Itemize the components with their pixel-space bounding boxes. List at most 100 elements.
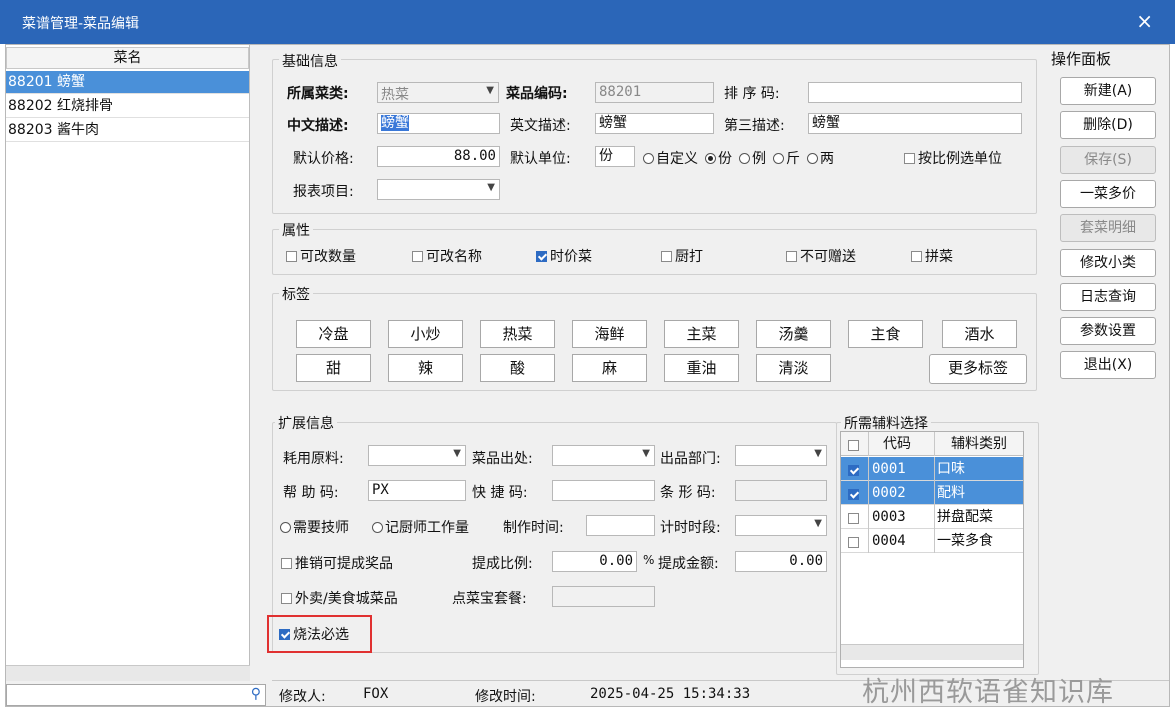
aux-code: 0001 — [872, 461, 906, 477]
checkbox-icon — [848, 512, 859, 524]
op-button-4[interactable]: 套菜明细 — [1060, 214, 1156, 243]
aux-grid-header: 代码 辅料类别 — [841, 432, 1023, 456]
combo-label: 点菜宝套餐: — [452, 591, 527, 607]
tag-button[interactable]: 海鲜 — [572, 320, 647, 348]
material-select[interactable]: ▼ — [368, 445, 466, 466]
barcode-label: 条 形 码: — [660, 485, 716, 501]
checkbox-icon — [412, 250, 423, 262]
tag-button[interactable]: 汤羹 — [756, 320, 831, 348]
timer-select[interactable]: ▼ — [735, 515, 827, 536]
aux-row-checkbox[interactable] — [848, 511, 862, 527]
attr-label: 拼菜 — [925, 249, 953, 265]
tag-button[interactable]: 清淡 — [756, 354, 831, 382]
op-button-3[interactable]: 一菜多价 — [1060, 179, 1156, 208]
tag-button[interactable]: 小炒 — [388, 320, 463, 348]
barcode-field[interactable] — [735, 480, 827, 501]
checkbox-icon — [848, 488, 859, 500]
list-item[interactable]: 88201 螃蟹 — [6, 71, 249, 94]
dept-select[interactable]: ▼ — [735, 445, 827, 466]
amount-field[interactable]: 0.00 — [735, 551, 827, 572]
price-field[interactable]: 88.00 — [377, 146, 500, 167]
search-icon[interactable]: ⚲ — [251, 686, 261, 702]
tag-button[interactable]: 麻 — [572, 354, 647, 382]
aux-row-checkbox[interactable] — [848, 535, 862, 551]
attr-checkbox-3[interactable]: 厨打 — [661, 246, 703, 266]
list-item[interactable]: 88203 酱牛肉 — [6, 119, 249, 142]
radio-icon — [643, 152, 654, 164]
chevron-down-icon: ▼ — [453, 448, 461, 459]
unit-field[interactable]: 份 — [595, 146, 635, 167]
aux-grid-hscrollbar[interactable] — [841, 644, 1023, 660]
third-desc-field[interactable]: 螃蟹 — [808, 113, 1022, 134]
chevron-down-icon: ▼ — [814, 518, 822, 529]
attr-checkbox-2[interactable]: 时价菜 — [536, 246, 592, 266]
cn-desc-field[interactable]: 螃蟹 — [377, 113, 500, 134]
unit-radio-4[interactable]: 两 — [807, 151, 834, 167]
third-desc-label: 第三描述: — [724, 118, 785, 134]
checkbox-icon — [786, 250, 797, 262]
takeout-checkbox[interactable]: 外卖/美食城菜品 — [281, 588, 398, 608]
sort-field[interactable] — [808, 82, 1022, 103]
title-bar: 菜谱管理-菜品编辑 × — [0, 0, 1175, 44]
tag-button[interactable]: 酸 — [480, 354, 555, 382]
dialog-body: 菜名 88201 螃蟹 88202 红烧排骨 88203 酱牛肉 ⚲ 基础信息 所属… — [5, 44, 1170, 708]
unit-radio-0[interactable]: 自定义 — [643, 151, 698, 167]
aux-code: 0003 — [872, 509, 906, 525]
op-button-5[interactable]: 修改小类 — [1060, 248, 1156, 277]
tag-button[interactable]: 辣 — [388, 354, 463, 382]
promo-checkbox[interactable]: 推销可提成奖品 — [281, 553, 393, 573]
origin-select[interactable]: ▼ — [552, 445, 655, 466]
record-chef-radio[interactable]: 记厨师工作量 — [372, 517, 469, 537]
ratio-field[interactable]: 0.00 — [552, 551, 637, 572]
tag-button[interactable]: 冷盘 — [296, 320, 371, 348]
unit-radio-3[interactable]: 斤 — [773, 151, 800, 167]
en-desc-field[interactable]: 螃蟹 — [595, 113, 714, 134]
list-item[interactable]: 88202 红烧排骨 — [6, 95, 249, 118]
cook-required-checkbox[interactable]: 烧法必选 — [279, 624, 349, 644]
more-tags-button[interactable]: 更多标签 — [929, 354, 1027, 384]
op-button-0[interactable]: 新建(A) — [1060, 77, 1156, 105]
help-code-label: 帮 助 码: — [283, 485, 339, 501]
checkbox-icon — [286, 250, 297, 262]
dish-list-hscrollbar[interactable] — [6, 665, 250, 681]
attr-checkbox-5[interactable]: 拼菜 — [911, 246, 953, 266]
need-chef-radio[interactable]: 需要技师 — [280, 517, 349, 537]
checkbox-icon — [661, 250, 672, 262]
report-select[interactable]: ▼ — [377, 179, 500, 200]
select-all-checkbox[interactable] — [848, 438, 862, 454]
tag-button[interactable]: 甜 — [296, 354, 371, 382]
quick-code-field[interactable] — [552, 480, 655, 501]
tag-button[interactable]: 热菜 — [480, 320, 555, 348]
aux-row[interactable]: 0001 口味 — [841, 457, 1023, 481]
attr-checkbox-0[interactable]: 可改数量 — [286, 246, 356, 266]
aux-row[interactable]: 0004 一菜多食 — [841, 529, 1023, 553]
unit-radio-1[interactable]: 份 — [705, 151, 732, 167]
op-button-6[interactable]: 日志查询 — [1060, 282, 1156, 311]
op-button-7[interactable]: 参数设置 — [1060, 317, 1156, 346]
radio-icon — [705, 152, 716, 164]
attr-checkbox-1[interactable]: 可改名称 — [412, 246, 482, 266]
aux-row-checkbox[interactable] — [848, 463, 862, 479]
op-button-8[interactable]: 退出(X) — [1060, 351, 1156, 380]
tag-button[interactable]: 主菜 — [664, 320, 739, 348]
help-code-field[interactable]: PX — [368, 480, 466, 501]
aux-row[interactable]: 0003 拼盘配菜 — [841, 505, 1023, 529]
combo-field[interactable] — [552, 586, 655, 607]
attr-checkbox-4[interactable]: 不可赠送 — [786, 246, 856, 266]
op-button-2[interactable]: 保存(S) — [1060, 145, 1156, 174]
unit-radio-2[interactable]: 例 — [739, 151, 766, 167]
close-icon[interactable]: × — [1136, 9, 1153, 33]
category-select[interactable]: 热菜 ▼ — [377, 82, 499, 103]
aux-row-checkbox[interactable] — [848, 487, 862, 503]
radio-icon — [739, 152, 750, 164]
aux-row[interactable]: 0002 配料 — [841, 481, 1023, 505]
aux-col-code: 代码 — [883, 436, 911, 452]
tag-button[interactable]: 重油 — [664, 354, 739, 382]
code-field[interactable]: 88201 — [595, 82, 714, 103]
tag-button[interactable]: 酒水 — [942, 320, 1017, 348]
ratio-unit-checkbox[interactable]: 按比例选单位 — [904, 148, 1002, 168]
op-button-1[interactable]: 删除(D) — [1060, 111, 1156, 140]
dish-search-input[interactable]: ⚲ — [6, 684, 266, 706]
make-time-field[interactable] — [586, 515, 655, 536]
tag-button[interactable]: 主食 — [848, 320, 923, 348]
